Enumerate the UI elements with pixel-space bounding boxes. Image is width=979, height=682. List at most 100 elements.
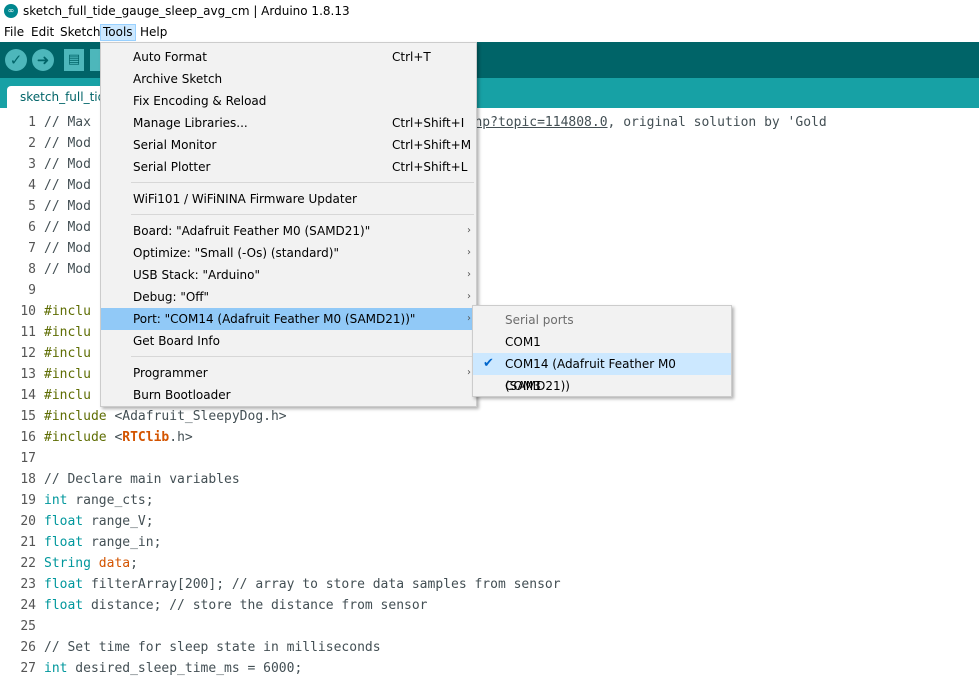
port-com3[interactable]: COM3: [473, 375, 731, 397]
chevron-right-icon: ›: [467, 225, 471, 236]
chevron-right-icon: ›: [467, 313, 471, 324]
code-line[interactable]: 27 int desired_sleep_time_ms = 6000;: [0, 658, 979, 679]
code-token: RTClib: [122, 430, 170, 445]
code-line[interactable]: 26 // Set time for sleep state in millise…: [0, 637, 979, 658]
chevron-right-icon: ›: [467, 269, 471, 280]
chevron-right-icon: ›: [467, 247, 471, 258]
code-token: // Mod: [44, 241, 91, 256]
line-number: 11: [20, 325, 36, 340]
code-line[interactable]: 16 #include <RTClib.h>: [0, 427, 979, 448]
code-text: // Mod: [44, 154, 91, 175]
code-line[interactable]: 20 float range_V;: [0, 511, 979, 532]
code-token: <Adafruit_SleepyDog.h>: [106, 409, 287, 424]
menu-file[interactable]: File: [2, 24, 26, 41]
line-number: 1: [28, 115, 36, 130]
chevron-right-icon: ›: [467, 291, 471, 302]
code-text: // Set time for sleep state in milliseco…: [44, 637, 381, 658]
code-token: int: [44, 661, 68, 676]
code-line[interactable]: 15 #include <Adafruit_SleepyDog.h>: [0, 406, 979, 427]
port-com1[interactable]: COM1: [473, 331, 731, 353]
code-text: #inclu: [44, 301, 91, 322]
code-token: float: [44, 577, 84, 592]
line-number: 24: [20, 598, 36, 613]
code-token: // Mod: [44, 220, 91, 235]
menu-auto-format[interactable]: Auto Format Ctrl+T: [101, 46, 476, 68]
port-com14[interactable]: ✔ COM14 (Adafruit Feather M0 (SAMD21)): [473, 353, 731, 393]
check-icon: ✓: [9, 51, 23, 69]
open-button[interactable]: [90, 49, 100, 71]
code-text: String data;: [44, 553, 138, 574]
menu-board[interactable]: Board: "Adafruit Feather M0 (SAMD21)" ›: [101, 220, 476, 242]
menu-programmer[interactable]: Programmer ›: [101, 362, 476, 384]
menu-port[interactable]: Port: "COM14 (Adafruit Feather M0 (SAMD2…: [101, 308, 476, 330]
menu-burn-bootloader[interactable]: Burn Bootloader: [101, 384, 476, 406]
code-token: // Mod: [44, 178, 91, 193]
menu-manage-libraries[interactable]: Manage Libraries... Ctrl+Shift+I: [101, 112, 476, 134]
line-number: 2: [28, 136, 36, 151]
menu-tools[interactable]: Tools: [100, 24, 136, 41]
code-line[interactable]: 19 int range_cts;: [0, 490, 979, 511]
title-bar: ∞ sketch_full_tide_gauge_sleep_avg_cm | …: [0, 0, 979, 22]
code-text: #inclu: [44, 322, 91, 343]
upload-button[interactable]: ➜: [32, 49, 54, 71]
code-text: // Mod: [44, 238, 91, 259]
line-number: 16: [20, 430, 36, 445]
menu-sketch[interactable]: Sketch: [58, 24, 102, 41]
code-text: #inclu: [44, 385, 91, 406]
line-number: 26: [20, 640, 36, 655]
code-line[interactable]: 22 String data;: [0, 553, 979, 574]
code-text: int range_cts;: [44, 490, 154, 511]
code-token: filterArray[200]; // array to store data…: [83, 577, 561, 592]
menu-serial-monitor[interactable]: Serial Monitor Ctrl+Shift+M: [101, 134, 476, 156]
code-line[interactable]: 24 float distance; // store the distance …: [0, 595, 979, 616]
line-number: 4: [28, 178, 36, 193]
code-text: #include <Adafruit_SleepyDog.h>: [44, 406, 287, 427]
menu-usb-stack[interactable]: USB Stack: "Arduino" ›: [101, 264, 476, 286]
code-line[interactable]: 21 float range_in;: [0, 532, 979, 553]
code-token: // Mod: [44, 199, 91, 214]
code-token: #inclu: [44, 325, 91, 340]
code-token: <: [106, 430, 123, 445]
new-button[interactable]: ▤: [64, 49, 84, 71]
code-line[interactable]: 23 float filterArray[200]; // array to st…: [0, 574, 979, 595]
verify-button[interactable]: ✓: [5, 49, 27, 71]
code-text: // Mod: [44, 196, 91, 217]
code-token: range_in;: [83, 535, 162, 550]
code-token: // Declare main variables: [44, 472, 240, 487]
code-token: float: [44, 514, 84, 529]
line-number: 27: [20, 661, 36, 676]
menu-archive-sketch[interactable]: Archive Sketch: [101, 68, 476, 90]
code-text: float filterArray[200]; // array to stor…: [44, 574, 561, 595]
menu-edit[interactable]: Edit: [29, 24, 56, 41]
code-text: // Mod: [44, 133, 91, 154]
code-token: ;: [130, 556, 138, 571]
line-number: 13: [20, 367, 36, 382]
line-number: 20: [20, 514, 36, 529]
code-token: data: [98, 556, 131, 571]
code-line[interactable]: 17: [0, 448, 979, 469]
tab-label: sketch_full_tide: [20, 90, 113, 104]
serial-ports-header: Serial ports: [505, 313, 574, 327]
code-token: float: [44, 598, 84, 613]
menu-wifi-firmware-updater[interactable]: WiFi101 / WiFiNINA Firmware Updater: [101, 188, 476, 210]
line-number: 10: [20, 304, 36, 319]
menu-optimize[interactable]: Optimize: "Small (-Os) (standard)" ›: [101, 242, 476, 264]
code-line[interactable]: 18 // Declare main variables: [0, 469, 979, 490]
line-number: 14: [20, 388, 36, 403]
menu-serial-plotter[interactable]: Serial Plotter Ctrl+Shift+L: [101, 156, 476, 178]
line-number: 15: [20, 409, 36, 424]
menu-get-board-info[interactable]: Get Board Info: [101, 330, 476, 352]
line-number: 6: [28, 220, 36, 235]
code-token: String: [44, 556, 91, 571]
line-number: 25: [20, 619, 36, 634]
code-text: float range_V;: [44, 511, 154, 532]
menu-help[interactable]: Help: [138, 24, 169, 41]
menu-separator: [131, 356, 474, 357]
menu-fix-encoding[interactable]: Fix Encoding & Reload: [101, 90, 476, 112]
arrow-right-icon: ➜: [36, 51, 50, 69]
code-line[interactable]: 25: [0, 616, 979, 637]
code-token: distance; // store the distance from sen…: [83, 598, 428, 613]
line-number: 17: [20, 451, 36, 466]
menu-debug[interactable]: Debug: "Off" ›: [101, 286, 476, 308]
